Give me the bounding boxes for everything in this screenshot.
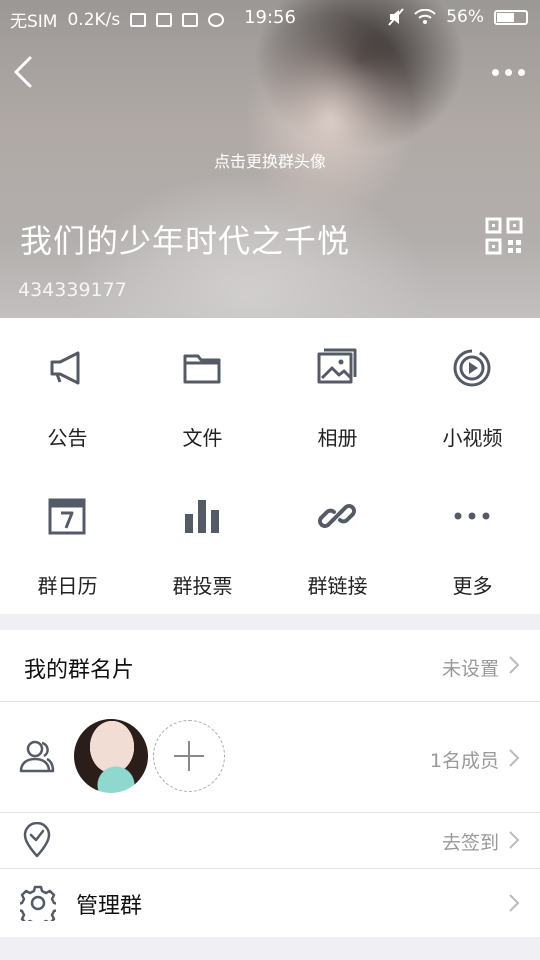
calendar-icon (48, 498, 86, 535)
back-icon (14, 56, 32, 88)
more-icon-dot (491, 68, 499, 76)
feature-label: 更多 (452, 574, 493, 598)
mute-icon (388, 8, 404, 26)
feature-vote[interactable]: 群投票 (135, 466, 270, 614)
chevron-right-icon (509, 831, 520, 849)
folder-icon (183, 354, 221, 384)
my-group-card-value: 未设置 (441, 658, 499, 680)
chevron-right-icon (509, 894, 520, 912)
battery-icon (494, 9, 528, 25)
group-header-banner[interactable]: 无SIM 0.2K/s 19:56 56% 点击更换群头像 我们的少年时代之千悦… (0, 0, 540, 318)
feature-label: 公告 (47, 426, 88, 450)
add-member-button[interactable] (153, 720, 225, 792)
feature-label: 群日历 (37, 574, 98, 598)
more-options-button[interactable] (488, 60, 528, 84)
more-icon-dot (517, 68, 525, 76)
checkin-label: 去签到 (441, 832, 499, 854)
feature-label: 群链接 (307, 574, 368, 598)
feature-announcement[interactable]: 公告 (0, 318, 135, 466)
album-icon (317, 348, 357, 384)
status-bar: 无SIM 0.2K/s 19:56 56% (0, 0, 540, 34)
chevron-right-icon (509, 749, 520, 767)
manage-group-row[interactable]: 管理群 (0, 869, 540, 937)
feature-calendar[interactable]: 群日历 (0, 466, 135, 614)
members-icon (19, 740, 55, 773)
qr-code-button[interactable] (484, 216, 524, 256)
chevron-right-icon (509, 656, 520, 674)
battery-percent: 56% (446, 7, 484, 27)
feature-label: 群投票 (172, 574, 233, 598)
more-icon-dot (504, 68, 512, 76)
feature-label: 小视频 (442, 426, 503, 450)
status-right: 56% (388, 7, 528, 27)
my-group-card-row[interactable]: 我的群名片 未设置 (0, 630, 540, 701)
feature-link[interactable]: 群链接 (270, 466, 405, 614)
my-group-card-label: 我的群名片 (24, 658, 135, 683)
megaphone-icon (50, 351, 80, 385)
feature-album[interactable]: 相册 (270, 318, 405, 466)
location-check-icon (23, 822, 51, 858)
checkin-row[interactable]: 去签到 (0, 813, 540, 868)
link-icon (318, 504, 356, 528)
member-count: 1名成员 (429, 750, 499, 772)
vote-icon (185, 500, 219, 533)
feature-grid: 公告 文件 相册 小视频 群日历 群投票 群链接 更多 (0, 318, 540, 614)
qr-code-icon (485, 217, 523, 255)
feature-label: 文件 (182, 426, 223, 450)
group-name: 我们的少年时代之千悦 (20, 222, 351, 260)
gear-icon (20, 885, 56, 921)
manage-group-label: 管理群 (76, 894, 143, 919)
video-icon (453, 349, 491, 387)
more-dots-icon (454, 512, 490, 520)
member-avatar[interactable] (74, 719, 148, 793)
group-id: 434339177 (18, 279, 127, 301)
members-row[interactable]: 1名成员 (0, 702, 540, 812)
back-button[interactable] (10, 52, 40, 92)
feature-short-video[interactable]: 小视频 (405, 318, 540, 466)
feature-more[interactable]: 更多 (405, 466, 540, 614)
feature-files[interactable]: 文件 (135, 318, 270, 466)
feature-label: 相册 (317, 426, 358, 450)
wifi-icon (414, 9, 436, 24)
change-avatar-hint[interactable]: 点击更换群头像 (0, 148, 540, 172)
